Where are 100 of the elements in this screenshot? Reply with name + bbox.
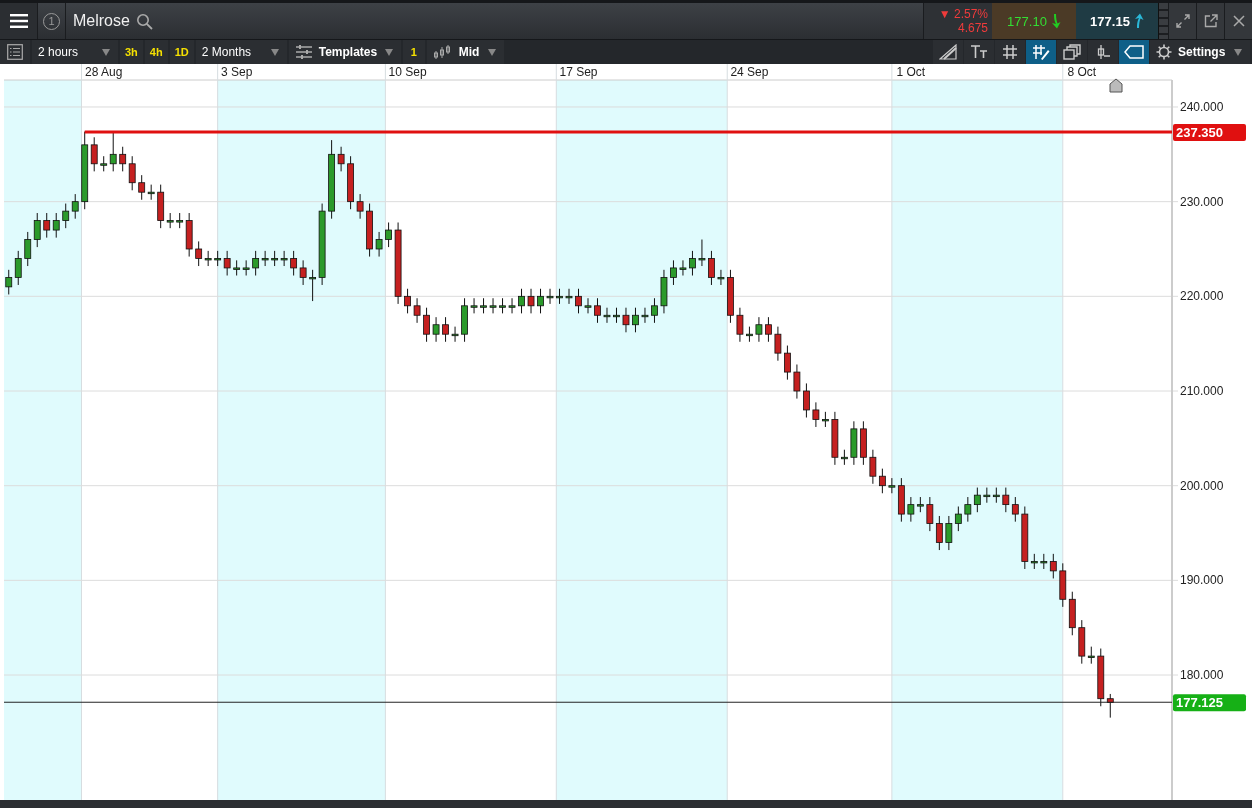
date-label: 10 Sep [388, 65, 427, 79]
candlestick [375, 231, 383, 258]
price-label: 220.000 [1180, 289, 1224, 304]
date-label: 3 Sep [220, 65, 253, 79]
candlestick [546, 288, 554, 305]
settings-icon [1156, 44, 1172, 60]
grid-draw-tool-button[interactable] [1026, 40, 1056, 64]
change-points: 4.675 [957, 21, 988, 35]
candlestick [736, 307, 744, 343]
sell-price-button[interactable]: 177.10 [992, 3, 1076, 39]
caret-icon [487, 48, 496, 56]
popout-button[interactable] [1196, 3, 1224, 39]
candlestick [480, 297, 487, 314]
expand-icon [1175, 14, 1190, 28]
price-label: 230.000 [1180, 194, 1224, 209]
candlestick [774, 326, 782, 362]
date-label: 1 Oct [896, 65, 926, 79]
candlestick [385, 222, 392, 248]
price-label: 210.000 [1180, 384, 1224, 398]
count-button[interactable]: 1 [402, 40, 425, 64]
close-button[interactable] [1224, 3, 1252, 39]
close-icon [1232, 15, 1245, 27]
date-label: 8 Oct [1067, 65, 1097, 79]
candlestick [755, 316, 763, 343]
caret-icon [1234, 48, 1242, 56]
candlestick [822, 411, 829, 428]
price-label: 240.000 [1180, 100, 1224, 114]
tag-tool-button[interactable] [1119, 40, 1149, 64]
candlestick [423, 307, 430, 343]
interval-option[interactable]: 1D [169, 40, 194, 64]
interval-option[interactable]: 4h [144, 40, 168, 64]
text-size-icon [970, 44, 988, 60]
candlestick [432, 316, 440, 343]
drag-handle[interactable] [1158, 3, 1168, 39]
sliders-icon [294, 44, 313, 60]
tag-icon [1124, 45, 1144, 59]
change-percent: ▼ 2.57% [938, 7, 988, 21]
candlestick [831, 411, 839, 466]
layers-tool-button[interactable] [1057, 40, 1087, 64]
candlestick [793, 364, 801, 400]
candle-icon [1095, 44, 1111, 60]
candlestick [508, 297, 516, 314]
candlestick [309, 269, 316, 302]
candlestick [527, 288, 535, 314]
buy-price-button[interactable]: 177.15 [1076, 3, 1158, 39]
candlestick [470, 297, 478, 314]
layers-icon [1063, 44, 1081, 60]
candlestick [404, 288, 411, 314]
candlestick [765, 316, 772, 343]
range-dropdown[interactable]: 2 Months [195, 40, 287, 64]
candle-tool-button[interactable] [1088, 40, 1118, 64]
trendline-icon [939, 44, 957, 60]
candlestick [812, 401, 820, 428]
candlestick [356, 193, 364, 220]
candlestick [337, 146, 345, 172]
candlestick [499, 297, 506, 314]
price-type-dropdown[interactable]: Mid [426, 40, 504, 64]
candlestick [413, 297, 421, 324]
caret-icon [102, 48, 110, 56]
candlestick [537, 288, 544, 314]
interval-dropdown[interactable]: 2 hours [32, 40, 118, 64]
list-button[interactable] [0, 40, 30, 64]
candles-icon [432, 44, 453, 60]
caret-icon [384, 48, 393, 56]
candlestick [461, 297, 468, 343]
candlestick [727, 269, 734, 324]
ref-line-label: 177.125 [1176, 695, 1223, 711]
list-icon [7, 44, 23, 60]
candlestick [746, 326, 753, 343]
date-label: 28 Aug [85, 65, 123, 79]
grid-icon [1002, 44, 1018, 60]
price-level-badge: 177.125 [1173, 694, 1246, 712]
home-marker-icon [1109, 78, 1123, 93]
price-level-badge: 237.350 [1173, 124, 1246, 142]
up-arrow-icon [1133, 13, 1144, 29]
down-arrow-icon [1050, 13, 1061, 29]
candlestick [784, 345, 791, 381]
menu-button[interactable] [0, 3, 38, 39]
price-label: 190.000 [1180, 573, 1224, 588]
interval-option[interactable]: 3h [120, 40, 143, 64]
search-icon[interactable] [135, 12, 153, 30]
price-level-line[interactable] [3, 701, 1173, 703]
templates-dropdown[interactable]: Templates [288, 40, 401, 64]
grid-pencil-icon [1032, 44, 1050, 60]
candlestick [803, 382, 810, 418]
text-tool-button[interactable] [964, 40, 994, 64]
candlestick [860, 420, 867, 466]
settings-dropdown[interactable]: Settings [1150, 40, 1250, 64]
grid-tool-button[interactable] [995, 40, 1025, 64]
candlestick [841, 449, 848, 466]
date-label: 17 Sep [559, 65, 598, 79]
expand-button[interactable] [1168, 3, 1196, 39]
trendline-tool-button[interactable] [933, 40, 963, 64]
price-label: 200.000 [1180, 478, 1224, 493]
instrument-title: Melrose [73, 12, 130, 30]
price-label: 180.000 [1180, 668, 1224, 683]
candlestick [489, 297, 497, 314]
candlestick [850, 420, 858, 466]
date-label: 24 Sep [730, 65, 769, 79]
candlestick [451, 326, 459, 343]
